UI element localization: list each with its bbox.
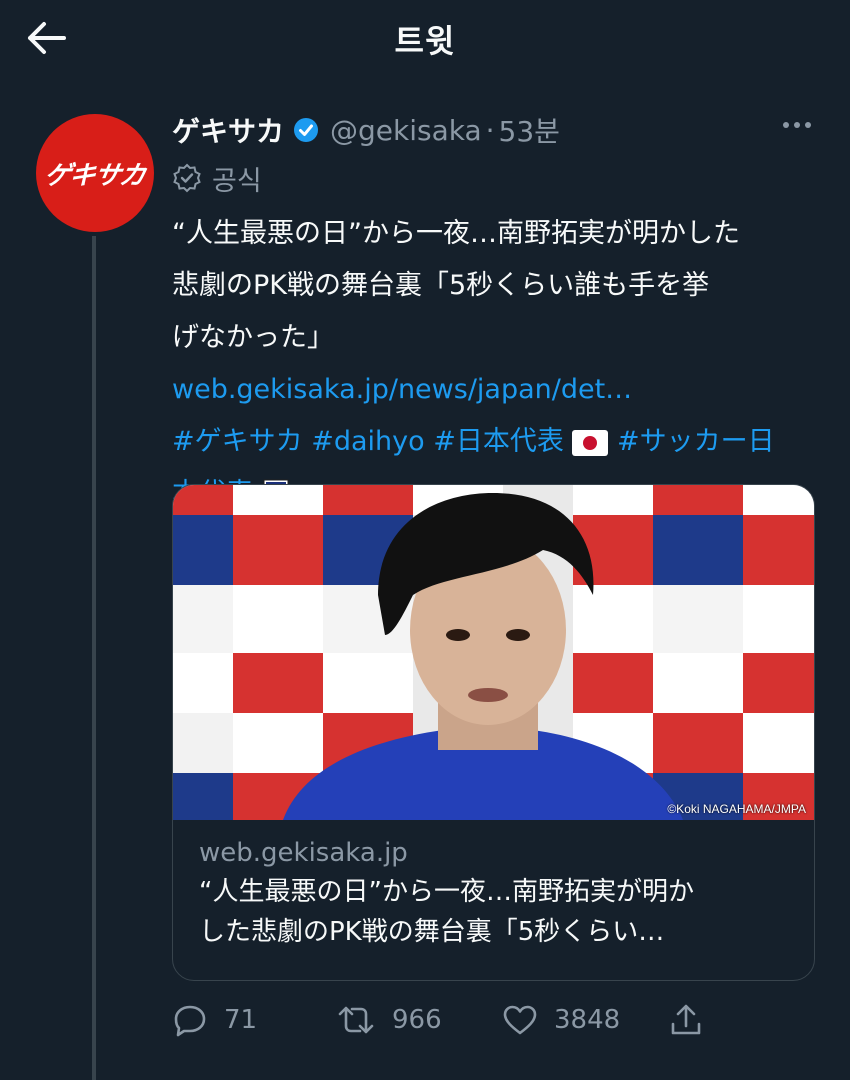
more-icon-dot xyxy=(783,122,789,128)
top-bar: 트윗 xyxy=(0,0,850,80)
image-credit: ©Koki NAGAHAMA/JMPA xyxy=(667,802,806,816)
avatar-logo-text: ゲキサカ xyxy=(41,160,148,191)
official-badge-icon xyxy=(173,163,201,193)
official-label: 공식 xyxy=(212,165,262,197)
separator-dot: · xyxy=(485,113,495,147)
official-label-row: 공식 xyxy=(172,156,817,200)
verified-badge-icon xyxy=(292,116,320,144)
more-icon-dot xyxy=(805,122,811,128)
hashtag-daihyo[interactable]: #daihyo xyxy=(311,426,424,457)
retweet-button[interactable]: 966 xyxy=(336,998,442,1042)
reply-button[interactable]: 71 xyxy=(172,998,257,1042)
tweet-text-line: “人生最悪の日”から一夜…南野拓実が明かした xyxy=(172,218,740,249)
tweet-actions: 71 966 3848 xyxy=(172,998,732,1042)
reply-icon xyxy=(174,1005,206,1037)
reply-count: 71 xyxy=(224,1005,258,1035)
tweet-content: ゲキサカ @gekisaka · 53분 공식 “人生最悪の日”から一夜…南野拓… xyxy=(172,108,817,520)
tweet-text-line: 悲劇のPK戦の舞台裏「5秒くらい誰も手を挙 xyxy=(172,270,710,301)
tweet-header: ゲキサカ @gekisaka · 53분 xyxy=(172,108,817,152)
card-photo xyxy=(173,485,814,820)
author-name[interactable]: ゲキサカ xyxy=(172,110,284,150)
more-icon-dot xyxy=(794,122,800,128)
link-card[interactable]: ©Koki NAGAHAMA/JMPA web.gekisaka.jp “人生最… xyxy=(172,484,815,981)
like-icon xyxy=(503,1005,537,1035)
retweet-count: 966 xyxy=(392,1005,442,1035)
card-title: “人生最悪の日”から一夜…南野拓実が明か した悲劇のPK戦の舞台裏「5秒くらい… xyxy=(199,872,788,952)
card-body: web.gekisaka.jp “人生最悪の日”から一夜…南野拓実が明か した悲… xyxy=(173,820,814,952)
hashtag-nihon-daihyo[interactable]: #日本代表 xyxy=(433,426,564,457)
card-image: ©Koki NAGAHAMA/JMPA xyxy=(173,485,814,820)
card-title-line: した悲劇のPK戦の舞台裏「5秒くらい… xyxy=(199,917,665,947)
share-icon xyxy=(671,1004,701,1035)
share-button[interactable] xyxy=(668,998,720,1042)
thread-line xyxy=(92,236,96,1080)
japan-flag-icon xyxy=(572,429,609,456)
author-handle[interactable]: @gekisaka xyxy=(330,114,482,147)
hashtag-gekisaka[interactable]: #ゲキサカ xyxy=(172,426,303,457)
card-domain: web.gekisaka.jp xyxy=(199,838,408,868)
page-title: 트윗 xyxy=(394,22,456,60)
hashtag-soccer-nihon-daihyo[interactable]: #サッカー日 xyxy=(617,426,775,457)
tweet-time[interactable]: 53분 xyxy=(499,110,560,150)
tweet-link[interactable]: web.gekisaka.jp/news/japan/det… xyxy=(172,364,817,416)
like-count: 3848 xyxy=(554,1005,621,1035)
avatar[interactable]: ゲキサカ xyxy=(36,114,154,232)
tweet-text-line: げなかった」 xyxy=(172,322,334,353)
card-title-line: “人生最悪の日”から一夜…南野拓実が明か xyxy=(199,877,694,907)
more-button[interactable] xyxy=(783,122,811,128)
like-button[interactable]: 3848 xyxy=(502,998,620,1042)
tweet-text: “人生最悪の日”から一夜…南野拓実が明かした 悲劇のPK戦の舞台裏「5秒くらい誰… xyxy=(172,208,817,416)
retweet-icon xyxy=(338,1006,374,1034)
